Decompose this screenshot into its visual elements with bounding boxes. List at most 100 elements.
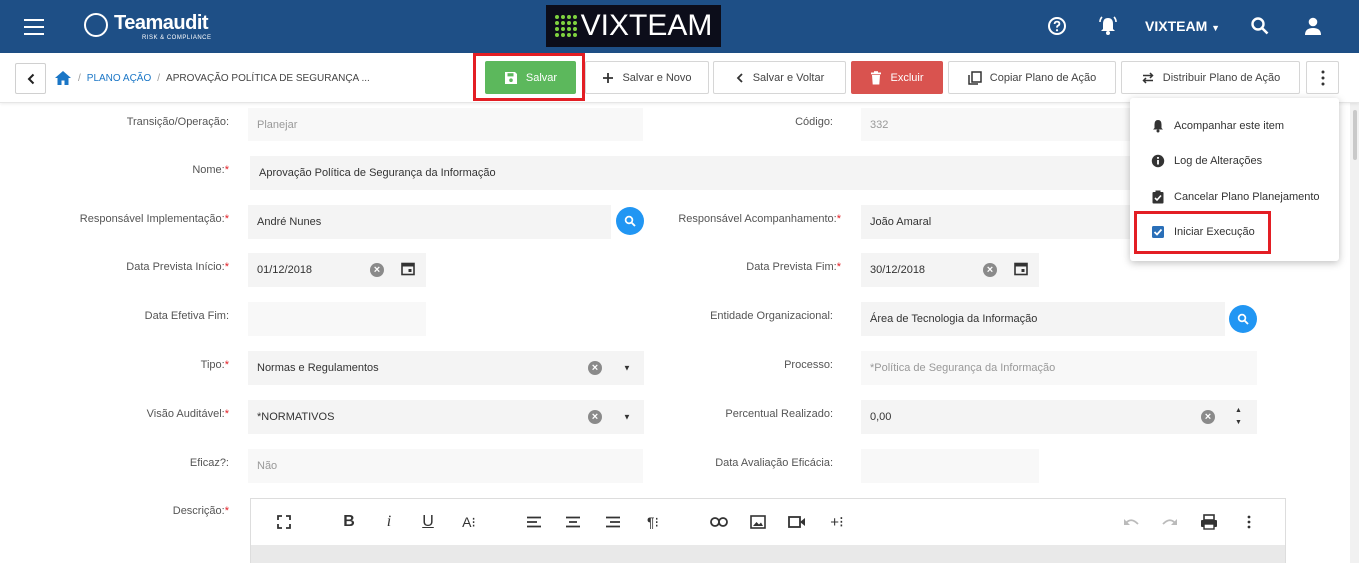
required-mark: * (224, 505, 229, 517)
required-mark: * (224, 213, 229, 225)
paragraph-options-button[interactable]: ¶⁝ (641, 512, 665, 532)
clear-icon[interactable]: × (983, 263, 997, 277)
required-mark: * (224, 164, 229, 176)
menu-item-follow[interactable]: Acompanhar este item (1130, 109, 1339, 143)
percentual-input[interactable]: 0,00 × ▲ ▼ (861, 400, 1257, 434)
print-icon[interactable] (1197, 512, 1221, 532)
clear-icon[interactable]: × (588, 361, 602, 375)
tipo-label: Tipo:* (201, 359, 229, 371)
italic-button[interactable]: i (377, 512, 401, 532)
notifications-bell-icon[interactable] (1097, 15, 1119, 37)
floppy-disk-icon (504, 71, 517, 84)
user-avatar-icon[interactable] (1302, 15, 1324, 37)
copy-action-plan-button[interactable]: Copiar Plano de Ação (948, 61, 1116, 94)
underline-button[interactable]: U (416, 512, 440, 532)
data-inicio-input[interactable]: 01/12/2018 × (248, 253, 426, 287)
chevron-left-icon (27, 73, 34, 84)
menu-icon[interactable] (24, 19, 44, 35)
data-avaliacao-field (861, 449, 1039, 483)
entidade-input[interactable]: Área de Tecnologia da Informação (861, 302, 1225, 336)
save-and-new-button[interactable]: Salvar e Novo (585, 61, 709, 94)
home-icon[interactable] (54, 70, 72, 86)
resp-impl-label-text: Responsável Implementação: (79, 213, 225, 225)
link-icon[interactable] (707, 512, 731, 532)
menu-item-start-execution[interactable]: Iniciar Execução (1130, 215, 1339, 249)
resp-acomp-input[interactable]: João Amaral (861, 205, 1130, 239)
font-options-button[interactable]: A⁝ (457, 512, 481, 532)
breadcrumb-plano-acao[interactable]: PLANO AÇÃO (87, 73, 151, 84)
data-fim-label-text: Data Prevista Fim: (746, 261, 837, 273)
fullscreen-icon[interactable] (272, 512, 296, 532)
swap-arrows-icon (1142, 71, 1154, 84)
save-and-new-label: Salvar e Novo (622, 71, 692, 84)
data-inicio-label-text: Data Prevista Início: (126, 261, 225, 273)
visao-select[interactable]: *NORMATIVOS × ▼ (248, 400, 644, 434)
clipboard-check-icon (1152, 190, 1164, 204)
data-inicio-value: 01/12/2018 (257, 264, 313, 276)
align-left-icon[interactable] (522, 512, 546, 532)
caret-down-icon[interactable]: ▼ (623, 364, 631, 373)
menu-item-cancel-plan[interactable]: Cancelar Plano Planejamento (1130, 180, 1339, 214)
insert-options-button[interactable]: +⁝ (825, 512, 849, 532)
processo-field: *Política de Segurança da Informação (861, 351, 1257, 385)
breadcrumb-separator: / (157, 72, 161, 84)
menu-item-cancel-plan-label: Cancelar Plano Planejamento (1174, 191, 1320, 203)
delete-button[interactable]: Excluir (851, 61, 943, 94)
bold-button[interactable]: B (337, 512, 361, 532)
resp-impl-input[interactable]: André Nunes (248, 205, 611, 239)
info-icon (1151, 154, 1165, 168)
undo-icon[interactable] (1119, 512, 1143, 532)
action-toolbar: / PLANO AÇÃO / APROVAÇÃO POLÍTICA DE SEG… (0, 53, 1359, 103)
checkbox-checked-icon (1152, 226, 1164, 238)
more-options-button[interactable] (1306, 61, 1339, 94)
data-fim-input[interactable]: 30/12/2018 × (861, 253, 1039, 287)
top-bar: Teamaudit RISK & COMPLIANCE VIXTEAM VIXT… (0, 0, 1359, 53)
data-avaliacao-label: Data Avaliação Eficácia: (715, 457, 833, 469)
editor-toolbar: B i U A⁝ ¶⁝ +⁝ (251, 499, 1285, 545)
save-and-back-label: Salvar e Voltar (752, 71, 825, 84)
menu-item-log-label: Log de Alterações (1174, 155, 1263, 167)
editor-content-area[interactable] (251, 545, 1285, 563)
processo-label: Processo: (784, 359, 833, 371)
data-efetiva-label: Data Efetiva Fim: (144, 310, 229, 322)
back-button[interactable] (15, 63, 46, 94)
tipo-value: Normas e Regulamentos (257, 362, 379, 374)
nome-label-text: Nome: (192, 164, 225, 176)
clear-icon[interactable]: × (370, 263, 384, 277)
resp-impl-label: Responsável Implementação:* (80, 213, 229, 225)
caret-down-icon[interactable]: ▼ (623, 413, 631, 422)
entidade-search-button[interactable] (1229, 305, 1257, 333)
clear-icon[interactable]: × (588, 410, 602, 424)
align-right-icon[interactable] (601, 512, 625, 532)
save-button[interactable]: Salvar (485, 61, 576, 94)
help-icon[interactable] (1046, 15, 1068, 37)
menu-item-follow-label: Acompanhar este item (1174, 120, 1285, 132)
image-icon[interactable] (746, 512, 770, 532)
data-efetiva-field (248, 302, 426, 336)
more-editor-options-icon[interactable] (1237, 512, 1261, 532)
search-icon[interactable] (1249, 15, 1271, 37)
tipo-select[interactable]: Normas e Regulamentos × ▼ (248, 351, 644, 385)
menu-item-log[interactable]: Log de Alterações (1130, 144, 1339, 178)
number-stepper[interactable]: ▲ ▼ (1235, 405, 1242, 429)
descricao-label: Descrição:* (173, 505, 229, 517)
calendar-icon[interactable] (1014, 262, 1028, 279)
calendar-icon[interactable] (401, 262, 415, 279)
video-icon[interactable] (785, 512, 809, 532)
nome-input[interactable]: Aprovação Política de Segurança da Infor… (250, 156, 1130, 190)
resp-impl-search-button[interactable] (616, 207, 644, 235)
more-options-menu: Acompanhar este item Log de Alterações C… (1130, 98, 1339, 261)
clear-icon[interactable]: × (1201, 410, 1215, 424)
user-menu[interactable]: VIXTEAM ▼ (1145, 18, 1220, 34)
distribute-action-plan-button[interactable]: Distribuir Plano de Ação (1121, 61, 1300, 94)
redo-icon[interactable] (1158, 512, 1182, 532)
logo-name: Teamaudit (114, 12, 209, 34)
save-and-back-button[interactable]: Salvar e Voltar (713, 61, 846, 94)
page-scrollbar[interactable] (1350, 103, 1359, 563)
data-inicio-label: Data Prevista Início:* (126, 261, 229, 273)
scrollbar-thumb[interactable] (1353, 110, 1357, 160)
align-center-icon[interactable] (561, 512, 585, 532)
percentual-value: 0,00 (870, 411, 892, 423)
descricao-label-text: Descrição: (172, 505, 225, 517)
kebab-menu-icon (1321, 70, 1324, 85)
